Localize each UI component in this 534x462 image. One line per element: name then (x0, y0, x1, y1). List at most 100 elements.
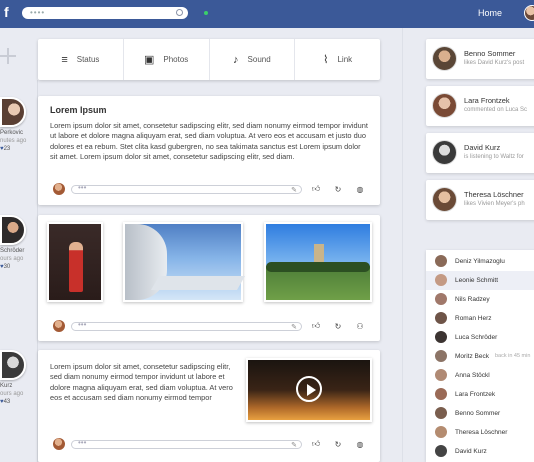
post-author-avatar[interactable] (0, 215, 26, 245)
post-author-name[interactable]: Perkovic (0, 130, 34, 136)
user-avatar[interactable] (524, 5, 534, 21)
post-author-avatar[interactable] (0, 350, 26, 380)
friend-item[interactable]: Lara Frontzek (426, 385, 534, 404)
friend-item[interactable]: Benno Sommer (426, 404, 534, 423)
video-thumbnail[interactable] (246, 358, 372, 422)
like-thumb-icon[interactable]: 👍︎ (308, 439, 324, 449)
activity-avatar (432, 46, 457, 71)
friend-name: Leonie Schmitt (455, 276, 498, 284)
friend-avatar (435, 312, 447, 325)
friend-item[interactable]: Anna Stöckl (426, 366, 534, 385)
share-icon[interactable]: ↻ (330, 322, 346, 331)
friend-item[interactable]: Luca Schröder (426, 328, 534, 347)
friend-item[interactable]: Roman Herz (426, 309, 534, 328)
search-input[interactable]: •••• (22, 7, 188, 19)
activity-name: Benno Sommer (464, 49, 516, 58)
sidebar-divider (402, 28, 403, 462)
friend-item[interactable]: Theresa Löschner (426, 423, 534, 442)
friend-avatar (435, 426, 447, 439)
friend-away-status: back in 45 min (494, 353, 531, 360)
friend-name: Moritz Beck (455, 352, 489, 360)
comment-placeholder: ••• (78, 319, 87, 329)
globe-icon[interactable]: ◍ (352, 185, 368, 194)
post-card: Lorem Ipsum Lorem ipsum dolor sit amet, … (38, 96, 380, 205)
comment-input[interactable]: ••• ✎ (71, 182, 302, 194)
friend-avatar (435, 407, 447, 420)
post-author-column: Perkovic nutes ago 23 (0, 97, 34, 152)
add-post-icon[interactable] (0, 48, 16, 64)
post-composer: ≡ Status ▣ Photos ♪ Sound ⌇ Link (38, 39, 380, 80)
comment-placeholder: ••• (78, 182, 87, 192)
pen-icon: ✎ (291, 186, 297, 194)
like-thumb-icon[interactable]: 👍︎ (308, 321, 324, 331)
comment-input[interactable]: ••• ✎ (71, 319, 302, 331)
sound-tab[interactable]: ♪ Sound (210, 39, 296, 80)
activity-name: Theresa Löschner (464, 190, 524, 199)
share-icon[interactable]: ↻ (330, 440, 346, 449)
tag-people-icon[interactable]: ⚇ (352, 322, 368, 331)
activity-description: likes David Kurz's post (464, 60, 525, 66)
link-label: Link (337, 55, 353, 64)
online-status-icon (204, 11, 208, 15)
post-time: nutes ago (0, 138, 27, 144)
post-author-name[interactable]: Kurz (0, 383, 34, 389)
photos-tab[interactable]: ▣ Photos (124, 39, 210, 80)
friend-item[interactable]: Leonie Schmitt (426, 271, 534, 290)
friends-list: Deniz Yilmazoglu Leonie Schmitt Nils Rad… (426, 250, 534, 462)
commenter-avatar (53, 320, 65, 332)
play-triangle (307, 384, 316, 396)
globe-icon[interactable]: ◍ (352, 440, 368, 449)
status-tab[interactable]: ≡ Status (38, 39, 124, 80)
post-like-count: 43 (0, 399, 34, 405)
photo-airplane-wing[interactable] (123, 222, 246, 302)
activity-avatar (432, 93, 457, 118)
link-tab[interactable]: ⌇ Link (295, 39, 380, 80)
activity-description: is listening to Waltz for (464, 154, 524, 160)
post-text: Lorem ipsum dolor sit amet, consetetur s… (50, 362, 233, 402)
photo-trees (266, 262, 370, 272)
post-author-name[interactable]: Schröder (0, 248, 34, 254)
facebook-logo[interactable]: f (4, 4, 9, 20)
status-label: Status (76, 55, 100, 64)
friend-item[interactable]: Deniz Yilmazoglu (426, 252, 534, 271)
post-title: Lorem Ipsum (50, 105, 107, 115)
play-icon[interactable] (296, 376, 322, 402)
home-link[interactable]: Home (478, 8, 502, 18)
top-navigation-bar: f •••• Home (0, 0, 534, 28)
activity-item[interactable]: David Kurz is listening to Waltz for (426, 133, 534, 173)
friend-name: Anna Stöckl (455, 371, 490, 379)
video-post-card: Lorem ipsum dolor sit amet, consetetur s… (38, 350, 380, 462)
activity-item[interactable]: Lara Frontzek commented on Luca Sc (426, 86, 534, 126)
friend-item[interactable]: Nils Radzey (426, 290, 534, 309)
activity-item[interactable]: Theresa Löschner likes Vivien Meyer's ph (426, 180, 534, 220)
comment-input[interactable]: ••• ✎ (71, 437, 302, 449)
search-icon[interactable] (176, 9, 183, 16)
friend-item[interactable]: David Kurz (426, 442, 534, 461)
photo-red-dress[interactable] (47, 222, 103, 302)
commenter-avatar (53, 438, 65, 450)
post-author-column: Schröder ours ago 30 (0, 215, 34, 270)
friend-avatar (435, 274, 447, 287)
commenter-avatar (53, 183, 65, 195)
share-icon[interactable]: ↻ (330, 185, 346, 194)
search-placeholder: •••• (30, 8, 46, 17)
activity-avatar (432, 187, 457, 212)
post-author-avatar[interactable] (0, 97, 26, 127)
comment-row: ••• ✎ 👍︎ ↻ ⚇ (53, 320, 368, 332)
comment-placeholder: ••• (78, 437, 87, 447)
photos-icon: ▣ (143, 54, 155, 66)
activity-avatar (432, 140, 457, 165)
friend-item[interactable]: Moritz Beck back in 45 min (426, 347, 534, 366)
music-note-icon: ♪ (233, 53, 239, 66)
post-author-column: Kurz ours ago 43 (0, 350, 34, 405)
friend-avatar (435, 388, 447, 401)
activity-name: Lara Frontzek (464, 96, 510, 105)
photo-park-tower[interactable] (264, 222, 372, 302)
paperclip-icon: ⌇ (323, 54, 329, 66)
activity-item[interactable]: Benno Sommer likes David Kurz's post (426, 39, 534, 79)
comment-row: ••• ✎ 👍︎ ↻ ◍ (53, 183, 368, 195)
photos-label: Photos (163, 55, 189, 64)
like-thumb-icon[interactable]: 👍︎ (308, 184, 324, 194)
friend-name: Deniz Yilmazoglu (455, 257, 505, 265)
post-text: Lorem ipsum dolor sit amet, consetetur s… (50, 121, 368, 161)
